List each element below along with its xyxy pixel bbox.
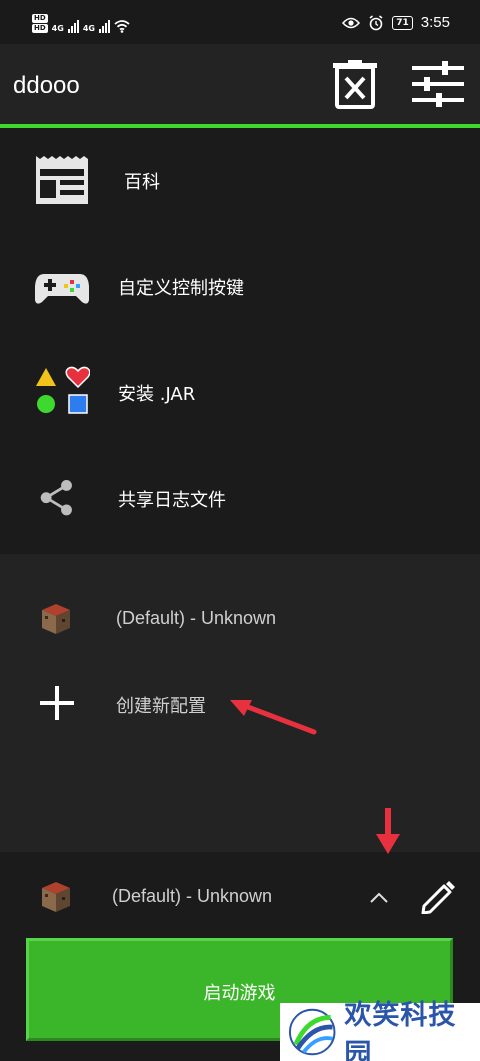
profile-label: (Default) - Unknown (116, 608, 277, 628)
chevron-up-icon[interactable] (369, 892, 389, 904)
menu-item-share-log[interactable]: 共享日志文件 (0, 446, 480, 552)
network-label-2: 4G (82, 24, 95, 33)
hd-indicators: HD HD (32, 14, 48, 33)
watermark: 欢笑科技园 (280, 1000, 480, 1061)
annotation-arrow-icon (230, 700, 317, 735)
menu-item-label: 共享日志文件 (118, 490, 226, 511)
app-toolbar: ddooo (0, 44, 480, 124)
status-left: HD HD 4G 4G (32, 14, 130, 33)
profile-list: (Default) - Unknown 创建新配置 (0, 554, 480, 852)
menu-item-install-jar[interactable]: 安装 .JAR (0, 340, 480, 446)
share-icon (40, 480, 72, 516)
shapes-icon (36, 366, 90, 414)
plus-icon (40, 686, 74, 720)
menu-item-wiki[interactable]: 百科 (0, 128, 480, 234)
eye-icon (342, 17, 361, 28)
settings-sliders-icon[interactable] (412, 61, 464, 107)
selected-profile-label[interactable]: (Default) - Unknown (112, 886, 272, 907)
signal-icon-2 (98, 19, 110, 33)
gamepad-icon (35, 274, 89, 304)
delete-log-icon[interactable] (333, 60, 377, 110)
side-menu: 百科 自定义控制按键 安装 .JAR 共享日志文件 (0, 128, 480, 554)
edit-pencil-icon[interactable] (420, 878, 456, 914)
annotation-arrow-down-icon (376, 808, 400, 854)
menu-item-label: 安装 .JAR (118, 384, 196, 405)
profile-item-default[interactable]: (Default) - Unknown (0, 584, 480, 654)
battery-icon: 71 (392, 15, 413, 30)
signal-icon (67, 19, 79, 33)
watermark-text: 欢笑科技园 (344, 1000, 457, 1061)
network-label-1: 4G (51, 24, 64, 33)
create-profile-label: 创建新配置 (116, 696, 206, 716)
menu-item-custom-controls[interactable]: 自定义控制按键 (0, 234, 480, 340)
menu-item-label: 百科 (124, 172, 160, 193)
watermark-logo-icon (288, 1008, 336, 1056)
alarm-icon (369, 14, 383, 30)
status-bar: HD HD 4G 4G 71 3:55 (0, 0, 480, 44)
wifi-icon (114, 20, 130, 33)
hd-label-2: HD (32, 24, 48, 33)
clock: 3:55 (420, 14, 450, 31)
menu-item-label: 自定义控制按键 (118, 278, 244, 299)
hd-label-1: HD (32, 14, 48, 23)
app-title: ddooo (13, 72, 80, 99)
block-icon (42, 882, 70, 912)
status-right: 71 3:55 (342, 14, 450, 31)
news-icon (36, 156, 88, 204)
block-icon (42, 604, 70, 634)
